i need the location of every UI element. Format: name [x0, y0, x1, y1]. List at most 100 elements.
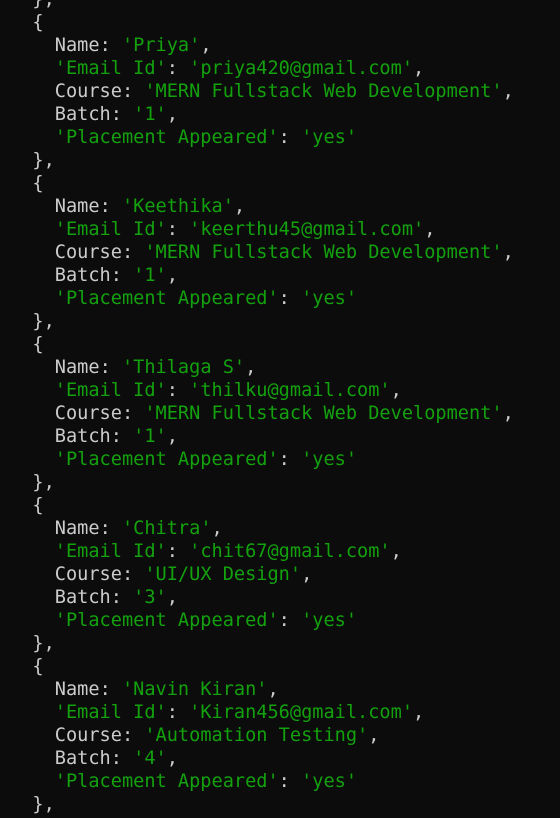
string-token: 'Email Id': [54, 58, 167, 79]
output-line: {: [10, 172, 514, 195]
string-token: 'Navin Kiran': [121, 679, 268, 700]
key-token: Name: [54, 35, 100, 56]
punctuation-token: :: [278, 610, 302, 631]
string-token: 'Email Id': [54, 541, 167, 562]
key-token: Name: [54, 679, 100, 700]
string-token: 'thilku@gmail.com': [189, 380, 391, 401]
string-token: '4': [133, 748, 167, 769]
output-line: Batch: '3',: [10, 586, 514, 609]
output-line: },: [10, 149, 514, 172]
punctuation-token: ,: [502, 403, 514, 424]
string-token: '1': [133, 104, 167, 125]
key-token: Name: [54, 357, 100, 378]
punctuation-token: ,: [424, 219, 436, 240]
output-line: 'Placement Appeared': 'yes': [10, 609, 514, 632]
string-token: '1': [133, 265, 167, 286]
punctuation-token: ,: [413, 58, 425, 79]
punctuation-token: ,: [166, 104, 178, 125]
output-line: },: [10, 471, 514, 494]
key-token: Name: [54, 518, 100, 539]
punctuation-token: ,: [166, 587, 178, 608]
key-token: Course: [54, 725, 122, 746]
string-token: 'chit67@gmail.com': [189, 541, 391, 562]
output-line: {: [10, 655, 514, 678]
key-token: Batch: [54, 104, 111, 125]
punctuation-token: :: [166, 702, 190, 723]
punctuation-token: ,: [267, 679, 279, 700]
string-token: 'Email Id': [54, 702, 167, 723]
string-token: 'priya420@gmail.com': [189, 58, 414, 79]
string-token: 'UI/UX Design': [144, 564, 302, 585]
punctuation-token: :: [110, 104, 134, 125]
punctuation-token: :: [99, 196, 122, 217]
string-token: '1': [133, 426, 167, 447]
string-token: 'Automation Testing': [144, 725, 369, 746]
key-token: Batch: [54, 426, 111, 447]
key-token: Name: [54, 196, 100, 217]
punctuation-token: :: [166, 219, 190, 240]
punctuation-token: :: [278, 771, 302, 792]
output-line: Name: 'Thilaga S',: [10, 356, 514, 379]
punctuation-token: :: [121, 564, 145, 585]
punctuation-token: :: [99, 518, 122, 539]
output-line: {: [10, 333, 514, 356]
string-token: 'Email Id': [54, 380, 167, 401]
punctuation-token: :: [166, 380, 190, 401]
string-token: 'Placement Appeared': [54, 771, 279, 792]
punctuation-token: },: [32, 150, 55, 171]
output-line: Name: 'Keethika',: [10, 195, 514, 218]
punctuation-token: ,: [301, 564, 313, 585]
punctuation-token: {: [32, 495, 44, 516]
output-line: Course: 'Automation Testing',: [10, 724, 514, 747]
output-line: Course: 'UI/UX Design',: [10, 563, 514, 586]
punctuation-token: ,: [413, 702, 425, 723]
output-line: Batch: '1',: [10, 103, 514, 126]
punctuation-token: ,: [166, 426, 178, 447]
output-line: },: [10, 793, 514, 816]
punctuation-token: :: [110, 265, 134, 286]
key-token: Course: [54, 81, 122, 102]
string-token: 'MERN Fullstack Web Development': [144, 403, 503, 424]
punctuation-token: {: [32, 334, 44, 355]
string-token: 'yes': [301, 771, 358, 792]
string-token: 'Placement Appeared': [54, 127, 279, 148]
punctuation-token: ,: [502, 81, 514, 102]
output-line: Batch: '1',: [10, 425, 514, 448]
punctuation-token: :: [99, 357, 122, 378]
output-line: Course: 'MERN Fullstack Web Development'…: [10, 241, 514, 264]
punctuation-token: :: [99, 35, 122, 56]
output-line: Name: 'Navin Kiran',: [10, 678, 514, 701]
string-token: 'yes': [301, 610, 358, 631]
output-line: Batch: '4',: [10, 747, 514, 770]
punctuation-token: ,: [211, 518, 223, 539]
punctuation-token: ,: [368, 725, 380, 746]
string-token: 'Keethika': [121, 196, 234, 217]
string-token: 'yes': [301, 127, 358, 148]
key-token: Batch: [54, 265, 111, 286]
punctuation-token: :: [278, 449, 302, 470]
punctuation-token: ,: [200, 35, 212, 56]
output-line: Course: 'MERN Fullstack Web Development'…: [10, 80, 514, 103]
punctuation-token: :: [110, 587, 134, 608]
punctuation-token: :: [121, 403, 145, 424]
output-line: Course: 'MERN Fullstack Web Development'…: [10, 402, 514, 425]
output-line: 'Email Id': 'Kiran456@gmail.com',: [10, 701, 514, 724]
punctuation-token: },: [32, 472, 55, 493]
punctuation-token: :: [121, 725, 145, 746]
string-token: 'yes': [301, 449, 358, 470]
punctuation-token: },: [32, 0, 54, 10]
key-token: Course: [54, 242, 122, 263]
key-token: Course: [54, 564, 122, 585]
punctuation-token: ,: [245, 357, 257, 378]
punctuation-token: :: [99, 679, 122, 700]
punctuation-token: ,: [166, 265, 178, 286]
string-token: 'Placement Appeared': [54, 288, 279, 309]
string-token: 'Placement Appeared': [54, 610, 279, 631]
output-line: },: [10, 632, 514, 655]
key-token: Batch: [54, 587, 111, 608]
punctuation-token: {: [32, 656, 44, 677]
output-line: Name: 'Priya',: [10, 34, 514, 57]
terminal-window[interactable]: }, { Name: 'Priya', 'Email Id': 'priya42…: [0, 0, 560, 818]
string-token: '3': [133, 587, 167, 608]
punctuation-token: ,: [233, 196, 246, 217]
